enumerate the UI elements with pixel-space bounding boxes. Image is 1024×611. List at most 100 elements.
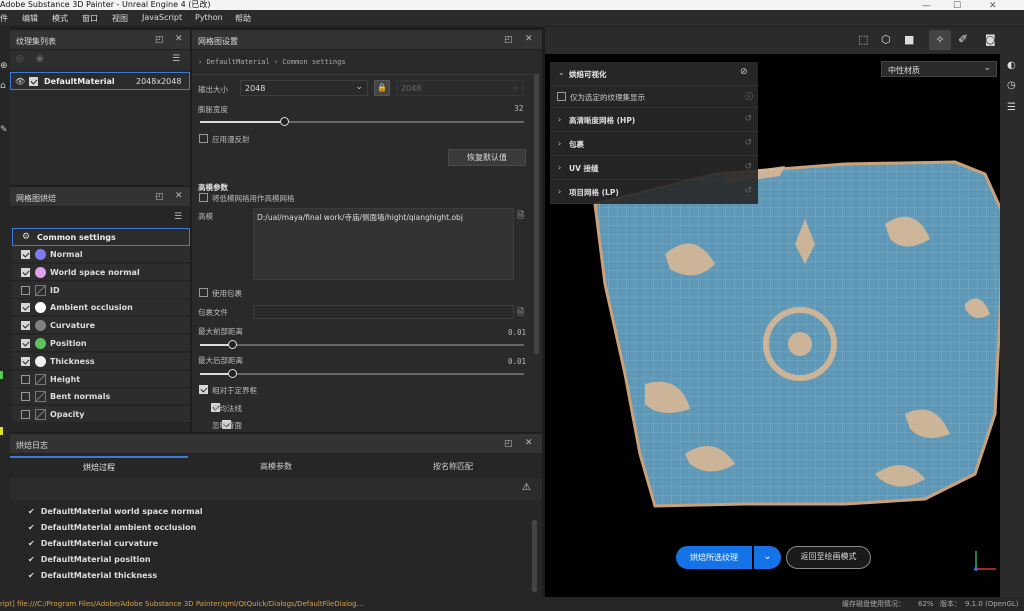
close-icon[interactable]: ✕ bbox=[525, 34, 533, 44]
baker-item-checkbox[interactable] bbox=[21, 410, 30, 420]
viz-row-lowpoly[interactable]: › 项目网格 (LP) ↺ bbox=[550, 180, 758, 204]
menu-edit[interactable]: 编辑 bbox=[22, 13, 38, 24]
properties-icon[interactable]: ☰ bbox=[1007, 102, 1016, 113]
baker-item-checkbox[interactable] bbox=[21, 250, 30, 259]
output-size-select[interactable]: 2048 ⌄ bbox=[240, 80, 368, 96]
move-tool-icon[interactable]: ⊕ bbox=[0, 61, 8, 71]
dilation-slider[interactable] bbox=[200, 117, 524, 126]
reset-icon[interactable]: ↺ bbox=[744, 162, 752, 172]
menu-view[interactable]: 视图 bbox=[112, 13, 128, 24]
video-camera-icon[interactable]: ■ bbox=[904, 33, 914, 46]
reset-icon[interactable]: ↺ bbox=[744, 138, 752, 148]
float-icon[interactable]: ◰ bbox=[504, 35, 513, 45]
camera-frame-icon[interactable]: ⬚ bbox=[858, 33, 868, 46]
tab-highpoly-params[interactable]: 高模参数 bbox=[188, 456, 364, 478]
eye-icon[interactable]: ◉ bbox=[36, 54, 44, 64]
baker-item-opacity[interactable]: Opacity bbox=[12, 406, 190, 424]
baker-item-checkbox[interactable] bbox=[21, 321, 30, 331]
common-settings-item[interactable]: ⚙ Common settings bbox=[12, 228, 190, 246]
only-selected-checkbox[interactable] bbox=[557, 92, 566, 101]
menu-python[interactable]: Python bbox=[195, 13, 223, 22]
texture-set-checkbox[interactable] bbox=[29, 77, 38, 86]
reset-icon[interactable]: ↺ bbox=[744, 114, 752, 124]
texture-set-row[interactable]: 👁 DefaultMaterial 2048x2048 bbox=[10, 72, 190, 90]
breadcrumb-common[interactable]: Common settings bbox=[282, 58, 345, 66]
tab-match-by-name[interactable]: 按名称匹配 bbox=[364, 456, 542, 478]
map-type-icon bbox=[35, 249, 46, 260]
reset-defaults-button[interactable]: 恢复默认值 bbox=[448, 149, 526, 166]
baker-item-height[interactable]: Height bbox=[12, 370, 190, 388]
baker-item-checkbox[interactable] bbox=[21, 303, 30, 313]
eye-hidden-icon[interactable]: ◎ bbox=[16, 54, 24, 64]
baker-item-checkbox[interactable] bbox=[21, 339, 30, 348]
baker-item-bent-normals[interactable]: Bent normals bbox=[12, 388, 190, 406]
close-icon[interactable]: ✕ bbox=[175, 191, 183, 201]
max-front-slider[interactable] bbox=[200, 340, 524, 349]
history-icon[interactable]: ◷ bbox=[1007, 80, 1016, 91]
baker-item-checkbox[interactable] bbox=[21, 285, 30, 295]
breadcrumb-material[interactable]: DefaultMaterial bbox=[206, 58, 269, 66]
viz-row-highpoly[interactable]: › 高清晰度网格 (HP) ↺ bbox=[550, 108, 758, 132]
picker-tool-icon[interactable]: ✎ bbox=[0, 125, 8, 135]
menu-icon[interactable]: ☰ bbox=[174, 212, 182, 222]
brush-icon[interactable]: ✐ bbox=[958, 32, 968, 46]
baker-item-checkbox[interactable] bbox=[21, 356, 30, 366]
float-icon[interactable]: ◰ bbox=[155, 35, 164, 45]
baker-item-id[interactable]: ID bbox=[12, 281, 190, 299]
bake-tool-icon[interactable]: ✧ bbox=[929, 30, 951, 50]
tab-bake-process[interactable]: 烘焙过程 bbox=[10, 456, 188, 478]
baker-item-normal[interactable]: Normal bbox=[12, 246, 190, 263]
cage-file-label: 包裹文件 bbox=[198, 308, 228, 317]
close-icon[interactable]: ✕ bbox=[175, 34, 183, 44]
viz-row-cage[interactable]: › 包裹 ↺ bbox=[550, 132, 758, 156]
window-close-icon[interactable]: ✕ bbox=[989, 1, 997, 11]
float-icon[interactable]: ◰ bbox=[155, 192, 164, 202]
relative-bbox-checkbox[interactable] bbox=[199, 385, 208, 394]
baker-item-position[interactable]: Position bbox=[12, 335, 190, 352]
max-rear-slider[interactable] bbox=[200, 369, 524, 378]
bake-selected-button[interactable]: 烘焙所选纹理 bbox=[676, 546, 752, 569]
scrollbar[interactable] bbox=[532, 520, 537, 592]
bake-viz-header[interactable]: ⌄ 烘焙可视化 ⊘ bbox=[550, 62, 758, 86]
baker-item-ambient-occlusion[interactable]: Ambient occlusion bbox=[12, 299, 190, 317]
warning-icon[interactable]: ⚠ bbox=[522, 482, 531, 493]
lock-icon[interactable]: 🔒 bbox=[374, 80, 390, 96]
eye-hidden-icon[interactable]: ⊘ bbox=[740, 67, 748, 77]
reset-icon[interactable]: ↺ bbox=[744, 186, 752, 196]
screenshot-icon[interactable]: ◙ bbox=[985, 33, 996, 46]
menu-file[interactable]: 件 bbox=[0, 13, 8, 24]
material-mode-select[interactable]: 中性材质 ⌄ bbox=[881, 61, 997, 77]
baker-item-checkbox[interactable] bbox=[21, 267, 30, 277]
baker-item-curvature[interactable]: Curvature bbox=[12, 317, 190, 335]
window-maximize-icon[interactable]: ☐ bbox=[953, 1, 961, 11]
float-icon[interactable]: ◰ bbox=[504, 439, 513, 449]
visibility-eye-icon[interactable]: 👁 bbox=[15, 77, 25, 86]
baker-item-checkbox[interactable] bbox=[21, 374, 30, 384]
highpoly-path-field[interactable]: D:/ual/maya/final work/寺庙/侧面墙/hight/qian… bbox=[253, 208, 514, 280]
file-icon[interactable]: 🗎 bbox=[517, 208, 524, 224]
right-sidebar: ◐ ◷ ☰ bbox=[1000, 54, 1024, 597]
bucket-tool-icon[interactable]: ⌂ bbox=[0, 81, 6, 91]
baker-item-checkbox[interactable] bbox=[21, 392, 30, 402]
window-minimize-icon[interactable]: — bbox=[922, 1, 931, 11]
use-lowpoly-checkbox[interactable] bbox=[199, 193, 208, 202]
use-cage-checkbox[interactable] bbox=[199, 288, 208, 297]
bake-options-chevron-icon[interactable]: ⌄ bbox=[754, 546, 781, 569]
shelf-icon[interactable]: ◐ bbox=[1007, 60, 1016, 71]
menu-javascript[interactable]: JavaScript bbox=[142, 13, 182, 22]
file-icon[interactable]: 🗎 bbox=[517, 305, 524, 321]
menu-help[interactable]: 帮助 bbox=[235, 13, 251, 24]
baker-item-thickness[interactable]: Thickness bbox=[12, 352, 190, 370]
close-icon[interactable]: ✕ bbox=[525, 438, 533, 448]
cube-icon[interactable]: ⬡ bbox=[881, 33, 891, 46]
baker-item-world-space-normal[interactable]: World space normal bbox=[12, 263, 190, 281]
menu-icon[interactable]: ☰ bbox=[172, 54, 180, 64]
scrollbar[interactable] bbox=[534, 74, 539, 354]
viz-row-uv-seams[interactable]: › UV 接缝 ↺ bbox=[550, 156, 758, 180]
menu-window[interactable]: 窗口 bbox=[82, 13, 98, 24]
apply-diffusion-checkbox[interactable] bbox=[199, 134, 208, 143]
return-paint-button[interactable]: 返回至绘画模式 bbox=[786, 546, 871, 569]
map-type-icon bbox=[35, 391, 46, 403]
cage-file-field[interactable] bbox=[253, 305, 514, 319]
menu-mode[interactable]: 模式 bbox=[52, 13, 68, 24]
